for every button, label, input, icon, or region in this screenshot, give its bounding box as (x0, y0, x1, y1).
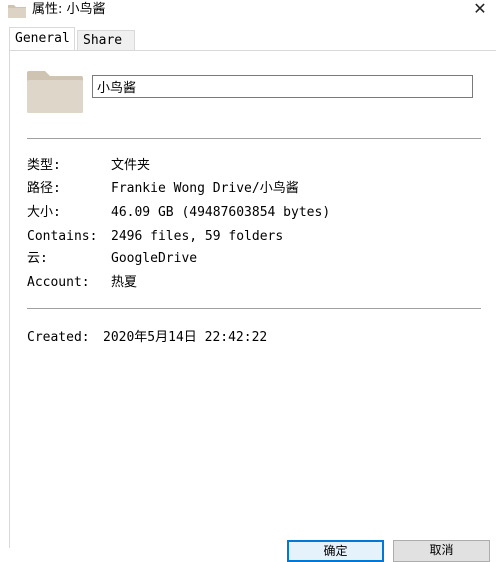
tab-general[interactable]: General (9, 27, 75, 50)
cancel-button[interactable]: 取消 (393, 540, 490, 562)
divider (27, 138, 481, 139)
property-value: 热夏 (111, 275, 138, 290)
title-bar: 属性: 小鸟酱 ✕ (0, 0, 496, 22)
property-value: GoogleDrive (111, 251, 198, 266)
ok-button[interactable]: 确定 (287, 540, 384, 562)
property-label: Created: (27, 330, 90, 345)
property-label: 路径: (27, 181, 61, 196)
property-value: 46.09 GB (49487603854 bytes) (111, 205, 331, 220)
property-label: 类型: (27, 158, 61, 173)
property-label: Contains: (27, 229, 98, 244)
property-value: 2020年5月14日 22:42:22 (103, 330, 268, 345)
property-value: Frankie Wong Drive/小鸟酱 (111, 181, 299, 196)
property-label: 云: (27, 251, 48, 266)
folder-name-input[interactable] (92, 75, 473, 98)
tab-share[interactable]: Share (77, 30, 135, 50)
property-label: 大小: (27, 205, 61, 220)
property-value: 2496 files, 59 folders (111, 229, 284, 244)
property-value: 文件夹 (111, 158, 151, 173)
window-title: 属性: 小鸟酱 (32, 2, 106, 17)
divider (27, 308, 481, 309)
property-label: Account: (27, 275, 90, 290)
close-button[interactable]: ✕ (464, 0, 496, 20)
folder-icon (27, 71, 83, 113)
general-panel: 类型: 文件夹 路径: Frankie Wong Drive/小鸟酱 大小: 4… (9, 50, 496, 548)
folder-icon (8, 5, 26, 18)
